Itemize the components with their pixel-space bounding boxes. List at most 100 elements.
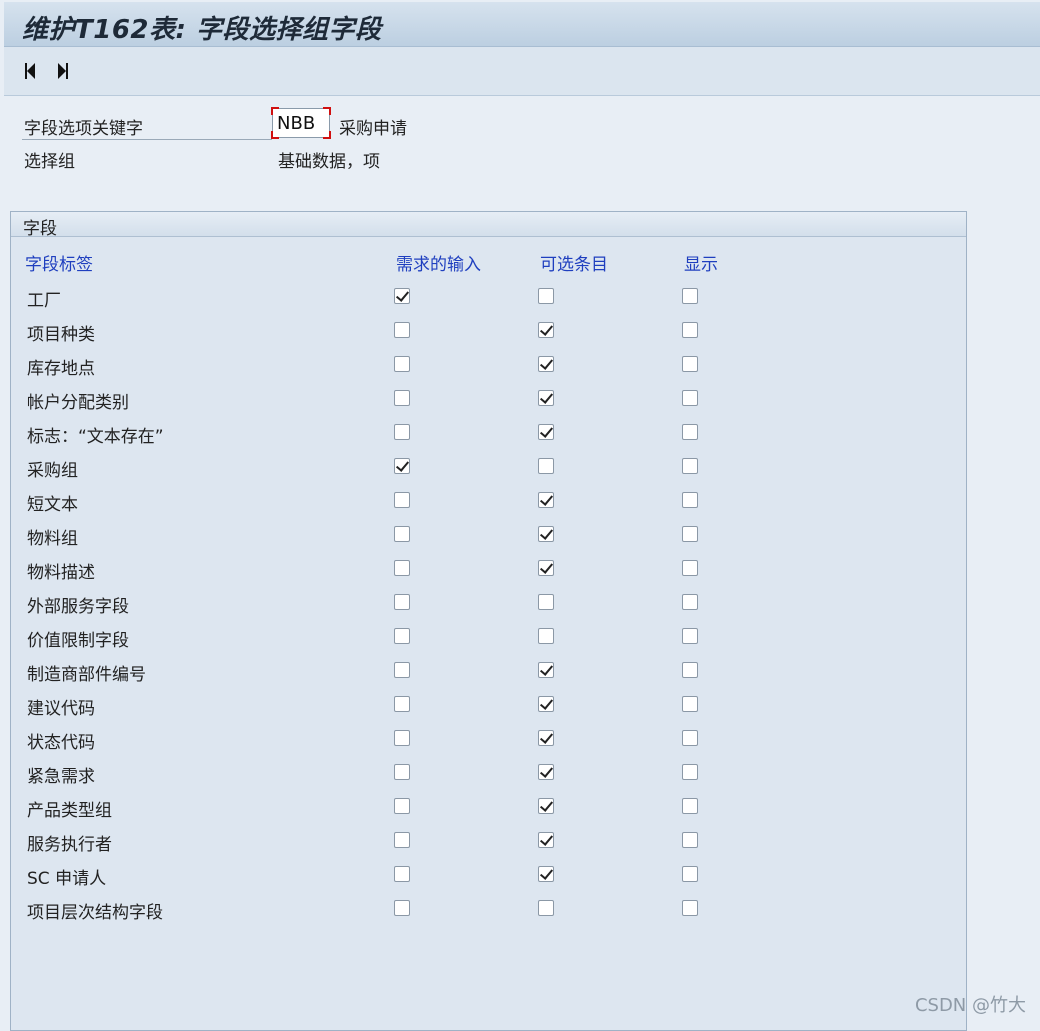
focus-corner	[271, 131, 279, 139]
optional-checkbox[interactable]	[538, 866, 554, 882]
required-checkbox[interactable]	[394, 288, 410, 304]
optional-checkbox[interactable]	[538, 900, 554, 916]
display-checkbox[interactable]	[682, 798, 698, 814]
column-header-display: 显示	[684, 255, 718, 275]
required-checkbox[interactable]	[394, 798, 410, 814]
table-row: 项目种类	[11, 318, 966, 352]
display-checkbox[interactable]	[682, 458, 698, 474]
required-checkbox[interactable]	[394, 662, 410, 678]
table-row: SC 申请人	[11, 862, 966, 896]
display-checkbox[interactable]	[682, 322, 698, 338]
display-checkbox[interactable]	[682, 594, 698, 610]
field-label: 工厂	[27, 291, 61, 311]
triangle-left-icon	[26, 63, 35, 79]
optional-checkbox[interactable]	[538, 798, 554, 814]
field-label: 状态代码	[27, 733, 95, 753]
required-checkbox[interactable]	[394, 594, 410, 610]
field-label: 项目种类	[27, 325, 95, 345]
key-input-value: NBB	[277, 113, 316, 134]
key-label-underline	[22, 139, 272, 140]
optional-checkbox[interactable]	[538, 696, 554, 712]
table-row: 物料描述	[11, 556, 966, 590]
required-checkbox[interactable]	[394, 832, 410, 848]
field-label: 物料描述	[27, 563, 95, 583]
forward-bar-icon	[65, 63, 68, 79]
display-checkbox[interactable]	[682, 900, 698, 916]
required-checkbox[interactable]	[394, 866, 410, 882]
required-checkbox[interactable]	[394, 322, 410, 338]
display-checkbox[interactable]	[682, 492, 698, 508]
table-row: 采购组	[11, 454, 966, 488]
optional-checkbox[interactable]	[538, 764, 554, 780]
required-checkbox[interactable]	[394, 628, 410, 644]
optional-checkbox[interactable]	[538, 356, 554, 372]
table-row: 短文本	[11, 488, 966, 522]
optional-checkbox[interactable]	[538, 390, 554, 406]
required-checkbox[interactable]	[394, 492, 410, 508]
required-checkbox[interactable]	[394, 900, 410, 916]
display-checkbox[interactable]	[682, 832, 698, 848]
table-row: 紧急需求	[11, 760, 966, 794]
title-bar: 维护T162表: 字段选择组字段	[4, 2, 1040, 47]
required-checkbox[interactable]	[394, 390, 410, 406]
field-label: 产品类型组	[27, 801, 112, 821]
optional-checkbox[interactable]	[538, 628, 554, 644]
table-row: 状态代码	[11, 726, 966, 760]
back-button[interactable]	[22, 61, 36, 81]
table-row: 标志：“文本存在”	[11, 420, 966, 454]
display-checkbox[interactable]	[682, 662, 698, 678]
column-header-required: 需求的输入	[396, 255, 481, 275]
optional-checkbox[interactable]	[538, 730, 554, 746]
group-label: 选择组	[24, 152, 75, 172]
field-label: 物料组	[27, 529, 78, 549]
display-checkbox[interactable]	[682, 288, 698, 304]
table-row: 外部服务字段	[11, 590, 966, 624]
optional-checkbox[interactable]	[538, 322, 554, 338]
optional-checkbox[interactable]	[538, 662, 554, 678]
column-header-optional: 可选条目	[540, 255, 608, 275]
optional-checkbox[interactable]	[538, 560, 554, 576]
focus-corner	[323, 131, 331, 139]
field-label: 短文本	[27, 495, 78, 515]
required-checkbox[interactable]	[394, 764, 410, 780]
panel-title: 字段	[23, 219, 57, 239]
display-checkbox[interactable]	[682, 526, 698, 542]
optional-checkbox[interactable]	[538, 492, 554, 508]
display-checkbox[interactable]	[682, 356, 698, 372]
table-row: 制造商部件编号	[11, 658, 966, 692]
field-label: 制造商部件编号	[27, 665, 146, 685]
display-checkbox[interactable]	[682, 764, 698, 780]
display-checkbox[interactable]	[682, 628, 698, 644]
display-checkbox[interactable]	[682, 424, 698, 440]
key-description: 采购申请	[339, 119, 407, 139]
required-checkbox[interactable]	[394, 458, 410, 474]
required-checkbox[interactable]	[394, 424, 410, 440]
display-checkbox[interactable]	[682, 560, 698, 576]
key-input[interactable]: NBB	[271, 107, 331, 139]
window-title: 维护T162表: 字段选择组字段	[22, 15, 382, 45]
field-label: 外部服务字段	[27, 597, 129, 617]
optional-checkbox[interactable]	[538, 526, 554, 542]
table-row: 库存地点	[11, 352, 966, 386]
optional-checkbox[interactable]	[538, 594, 554, 610]
optional-checkbox[interactable]	[538, 424, 554, 440]
toolbar	[4, 47, 1040, 96]
optional-checkbox[interactable]	[538, 288, 554, 304]
display-checkbox[interactable]	[682, 730, 698, 746]
field-label: SC 申请人	[27, 869, 107, 889]
field-label: 库存地点	[27, 359, 95, 379]
optional-checkbox[interactable]	[538, 832, 554, 848]
table-row: 物料组	[11, 522, 966, 556]
forward-button[interactable]	[56, 61, 70, 81]
required-checkbox[interactable]	[394, 696, 410, 712]
required-checkbox[interactable]	[394, 560, 410, 576]
field-label: 项目层次结构字段	[27, 903, 163, 923]
required-checkbox[interactable]	[394, 356, 410, 372]
optional-checkbox[interactable]	[538, 458, 554, 474]
required-checkbox[interactable]	[394, 730, 410, 746]
panel-header: 字段	[11, 212, 966, 239]
display-checkbox[interactable]	[682, 390, 698, 406]
display-checkbox[interactable]	[682, 866, 698, 882]
required-checkbox[interactable]	[394, 526, 410, 542]
display-checkbox[interactable]	[682, 696, 698, 712]
